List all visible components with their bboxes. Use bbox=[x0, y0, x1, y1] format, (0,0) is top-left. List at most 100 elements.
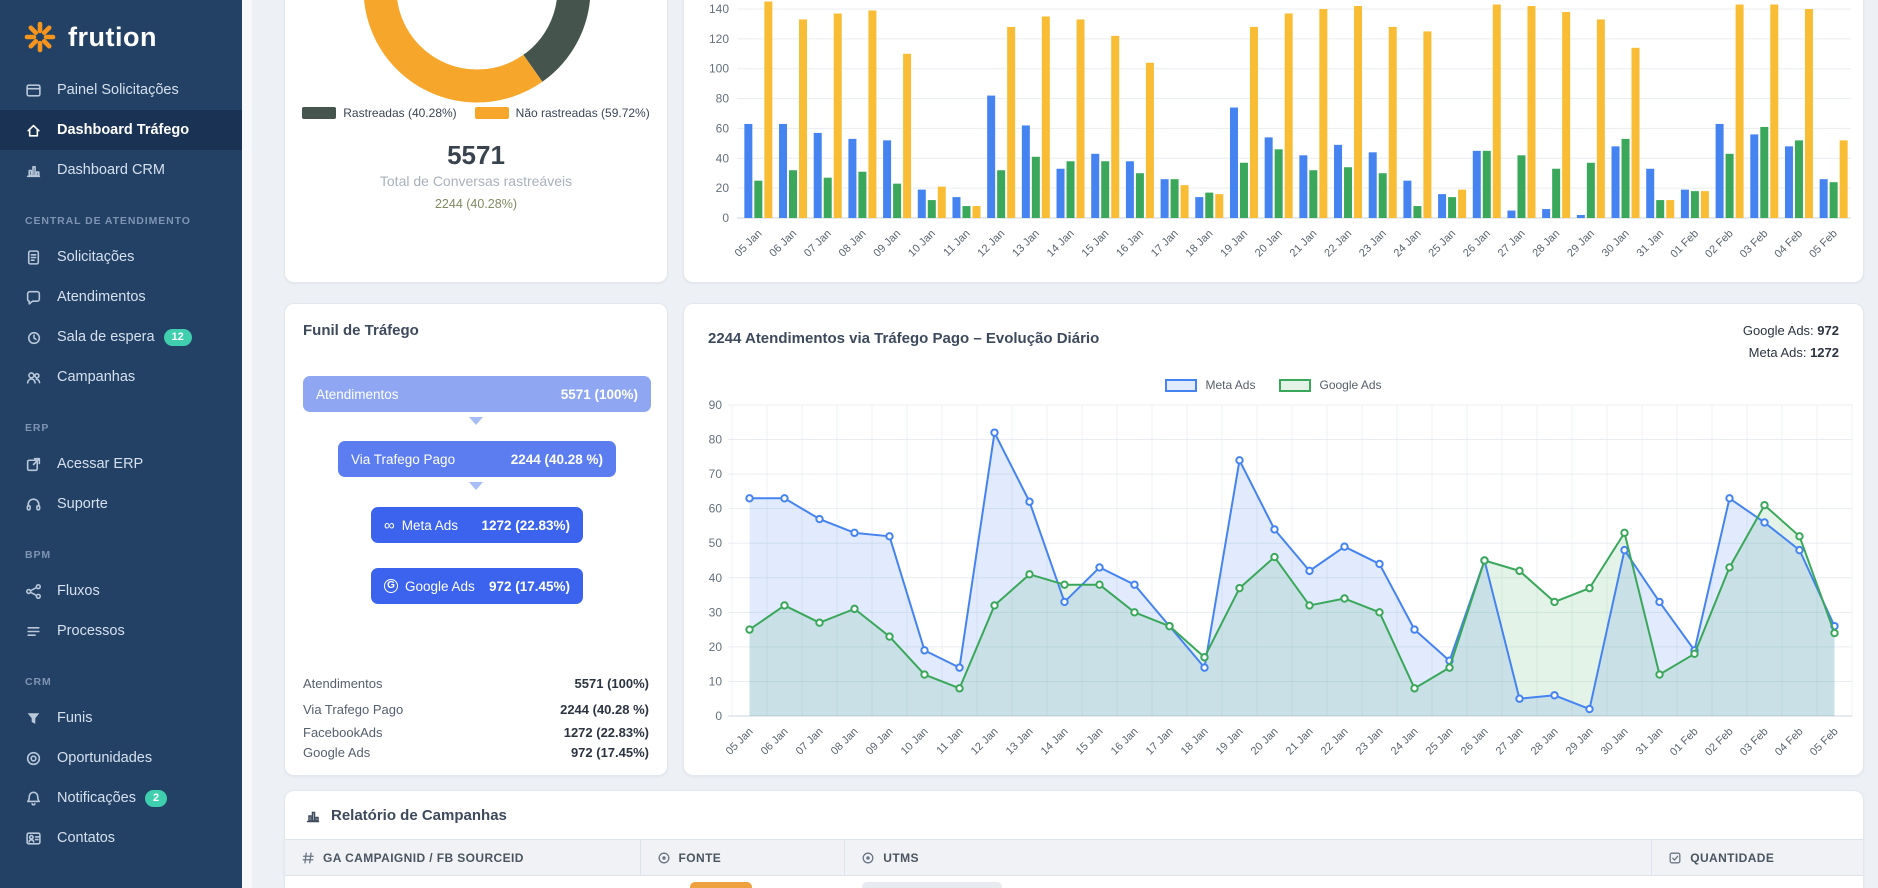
column-label: UTMS bbox=[883, 851, 919, 865]
sidebar-item-solicitacoes[interactable]: Solicitações bbox=[0, 237, 242, 277]
funnel-step-atendimentos[interactable]: Atendimentos 5571 (100%) bbox=[303, 376, 651, 412]
check-icon bbox=[1668, 851, 1682, 865]
svg-text:06 Jan: 06 Jan bbox=[759, 726, 791, 758]
svg-text:07 Jan: 07 Jan bbox=[802, 228, 834, 260]
svg-text:100: 100 bbox=[709, 62, 729, 76]
svg-text:09 Jan: 09 Jan bbox=[871, 228, 903, 260]
column-label: QUANTIDADE bbox=[1690, 851, 1774, 865]
svg-text:02 Feb: 02 Feb bbox=[1703, 726, 1736, 759]
sidebar-item-label: Dashboard Tráfego bbox=[57, 122, 189, 138]
table-cell-pill-fonte bbox=[690, 882, 752, 888]
line-legend-item[interactable]: Google Ads bbox=[1279, 378, 1381, 392]
funnel-step-google-ads[interactable]: GGoogle Ads972 (17.45%) bbox=[371, 568, 583, 604]
svg-text:20: 20 bbox=[716, 181, 730, 195]
sidebar-item-painel-solicitacoes[interactable]: Painel Solicitações bbox=[0, 70, 242, 110]
line-chart: 010203040506070809005 Jan06 Jan07 Jan08 … bbox=[684, 304, 1864, 776]
donut-legend-item[interactable]: Rastreadas (40.28%) bbox=[302, 106, 456, 120]
headset-icon bbox=[25, 496, 44, 513]
svg-text:20 Jan: 20 Jan bbox=[1253, 228, 1285, 260]
panel-icon bbox=[25, 82, 44, 99]
svg-text:25 Jan: 25 Jan bbox=[1424, 726, 1456, 758]
svg-text:16 Jan: 16 Jan bbox=[1109, 726, 1141, 758]
funnel-step-label: Atendimentos bbox=[316, 387, 399, 402]
sidebar-item-processos[interactable]: Processos bbox=[0, 611, 242, 651]
sidebar-item-suporte[interactable]: Suporte bbox=[0, 484, 242, 524]
svg-text:18 Jan: 18 Jan bbox=[1184, 228, 1216, 260]
svg-text:60: 60 bbox=[709, 502, 723, 516]
svg-text:27 Jan: 27 Jan bbox=[1494, 726, 1526, 758]
svg-text:03 Feb: 03 Feb bbox=[1738, 228, 1771, 261]
funnel-arrow-down-icon bbox=[469, 482, 483, 490]
sidebar-item-atendimentos[interactable]: Atendimentos bbox=[0, 277, 242, 317]
sidebar-item-notificacoes[interactable]: Notificações2 bbox=[0, 778, 242, 818]
svg-text:01 Feb: 01 Feb bbox=[1668, 726, 1701, 759]
sidebar-item-dashboard-trafego[interactable]: Dashboard Tráfego bbox=[0, 110, 242, 150]
svg-text:23 Jan: 23 Jan bbox=[1357, 228, 1389, 260]
svg-text:01 Feb: 01 Feb bbox=[1668, 228, 1701, 261]
funnel-step-meta-ads[interactable]: ∞Meta Ads1272 (22.83%) bbox=[371, 507, 583, 543]
funnel-step-value: 5571 (100%) bbox=[561, 387, 638, 402]
donut-legend-item[interactable]: Não rastreadas (59.72%) bbox=[475, 106, 650, 120]
svg-text:29 Jan: 29 Jan bbox=[1564, 726, 1596, 758]
hash-icon bbox=[301, 851, 315, 865]
list-icon bbox=[25, 623, 44, 640]
sidebar-item-fluxos[interactable]: Fluxos bbox=[0, 571, 242, 611]
svg-text:40: 40 bbox=[709, 571, 723, 585]
sidebar-item-dashboard-crm[interactable]: Dashboard CRM bbox=[0, 150, 242, 190]
sidebar-item-label: Atendimentos bbox=[57, 289, 146, 305]
table-header-row: GA CAMPAIGNID / FB SOURCEIDFONTEUTMSQUAN… bbox=[285, 839, 1863, 876]
sidebar: frution Painel SolicitaçõesDashboard Trá… bbox=[0, 0, 242, 888]
svg-text:27 Jan: 27 Jan bbox=[1496, 228, 1528, 260]
sidebar-item-sala-de-espera[interactable]: Sala de espera12 bbox=[0, 317, 242, 357]
doc-icon bbox=[25, 249, 44, 266]
svg-text:30 Jan: 30 Jan bbox=[1600, 228, 1632, 260]
svg-text:30: 30 bbox=[709, 605, 723, 619]
table-column-ga-campaignid-fb-sourceid: GA CAMPAIGNID / FB SOURCEID bbox=[285, 840, 641, 875]
bar-chart: 02040608010012014005 Jan06 Jan07 Jan08 J… bbox=[684, 0, 1864, 283]
bell-icon bbox=[25, 790, 44, 807]
funnel-arrow-down-icon bbox=[469, 417, 483, 425]
svg-text:31 Jan: 31 Jan bbox=[1634, 228, 1666, 260]
sidebar-item-acessar-erp[interactable]: Acessar ERP bbox=[0, 444, 242, 484]
svg-text:08 Jan: 08 Jan bbox=[829, 726, 861, 758]
sidebar-item-contatos[interactable]: Contatos bbox=[0, 818, 242, 858]
svg-text:05 Jan: 05 Jan bbox=[733, 228, 765, 260]
svg-text:23 Jan: 23 Jan bbox=[1354, 726, 1386, 758]
sidebar-item-funis[interactable]: Funis bbox=[0, 698, 242, 738]
svg-text:60: 60 bbox=[716, 121, 730, 135]
clock-icon bbox=[25, 329, 44, 346]
line-legend-item[interactable]: Meta Ads bbox=[1165, 378, 1255, 392]
home-icon bbox=[25, 122, 44, 139]
svg-text:21 Jan: 21 Jan bbox=[1284, 726, 1316, 758]
sidebar-item-oportunidades[interactable]: Oportunidades bbox=[0, 738, 242, 778]
chart-icon bbox=[25, 162, 44, 179]
svg-text:24 Jan: 24 Jan bbox=[1389, 726, 1421, 758]
svg-text:22 Jan: 22 Jan bbox=[1319, 726, 1351, 758]
summary-label: Google Ads bbox=[303, 745, 370, 760]
meta-icon: ∞ bbox=[384, 518, 395, 533]
sidebar-item-label: Funis bbox=[57, 710, 92, 726]
funnel-step-label: Via Trafego Pago bbox=[351, 452, 455, 467]
sidebar-scrollbar[interactable] bbox=[242, 0, 252, 888]
svg-text:12 Jan: 12 Jan bbox=[975, 228, 1007, 260]
chat-icon bbox=[25, 289, 44, 306]
summary-label: Via Trafego Pago bbox=[303, 702, 403, 717]
series-total: Meta Ads: 1272 bbox=[1743, 342, 1839, 364]
bar-chart-icon bbox=[305, 808, 321, 824]
svg-text:15 Jan: 15 Jan bbox=[1079, 228, 1111, 260]
svg-text:140: 140 bbox=[709, 2, 729, 16]
svg-text:17 Jan: 17 Jan bbox=[1144, 726, 1176, 758]
sidebar-section-bpm: BPM bbox=[0, 540, 242, 571]
sidebar-item-campanhas[interactable]: Campanhas bbox=[0, 357, 242, 397]
funnel-step-label: Google Ads bbox=[405, 579, 475, 594]
sidebar-section-erp: ERP bbox=[0, 413, 242, 444]
sidebar-item-label: Fluxos bbox=[57, 583, 100, 599]
svg-text:14 Jan: 14 Jan bbox=[1039, 726, 1071, 758]
sidebar-item-label: Contatos bbox=[57, 830, 115, 846]
svg-text:12 Jan: 12 Jan bbox=[969, 726, 1001, 758]
svg-text:25 Jan: 25 Jan bbox=[1426, 228, 1458, 260]
svg-text:28 Jan: 28 Jan bbox=[1529, 726, 1561, 758]
funnel-step-via-trafego-pago[interactable]: Via Trafego Pago2244 (40.28 %) bbox=[338, 441, 616, 477]
funnel-summary-row: Via Trafego Pago2244 (40.28 %) bbox=[303, 696, 649, 722]
campaign-report-card: Relatório de Campanhas GA CAMPAIGNID / F… bbox=[284, 790, 1864, 888]
